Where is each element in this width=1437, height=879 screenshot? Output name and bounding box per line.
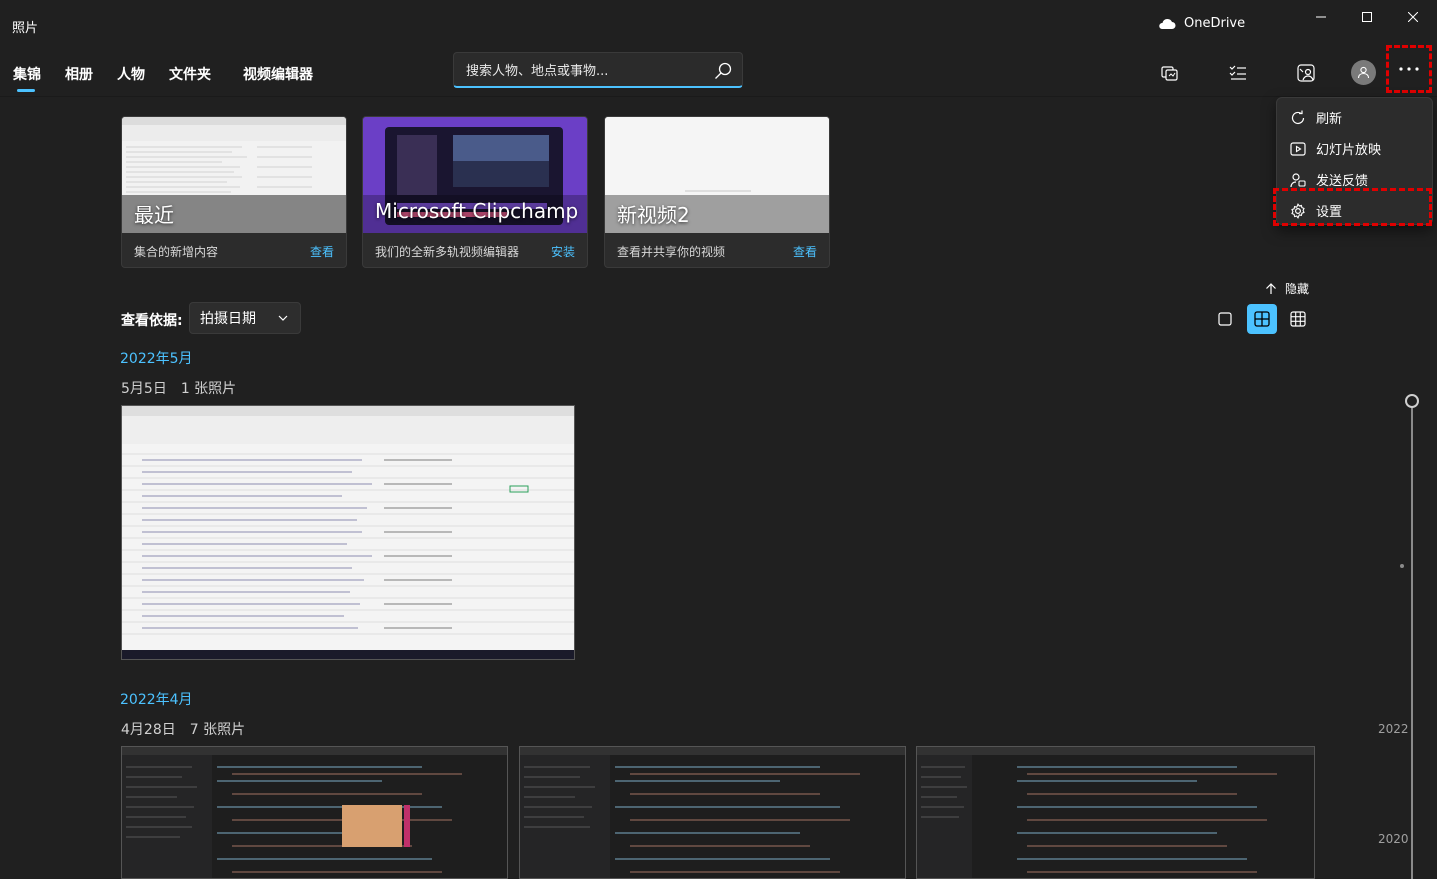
timeline-year[interactable]: 2020 <box>1378 832 1409 846</box>
menu-item-label: 刷新 <box>1316 112 1343 127</box>
search-box[interactable] <box>453 52 743 89</box>
close-icon <box>1408 12 1418 22</box>
card-recent-description: 集合的新增内容 <box>134 245 219 259</box>
import-icon <box>1161 66 1178 81</box>
day-date: 5月5日 <box>121 381 167 397</box>
menu-item-label: 设置 <box>1316 205 1343 220</box>
card-clipchamp-description: 我们的全新多轨视频编辑器 <box>375 245 520 259</box>
maximize-button[interactable] <box>1344 0 1390 34</box>
menu-item-label: 发送反馈 <box>1316 174 1369 189</box>
day-heading: 5月5日 1 张照片 <box>121 378 236 398</box>
cloud-icon <box>1159 18 1176 29</box>
day-heading: 4月28日 7 张照片 <box>121 719 245 739</box>
minimize-icon <box>1316 16 1326 18</box>
select-button[interactable] <box>1227 62 1249 84</box>
card-recent-view-link[interactable]: 查看 <box>310 243 334 260</box>
tab-video-editor[interactable]: 视频编辑器 <box>243 64 313 84</box>
card-clipchamp[interactable]: Microsoft Clipchamp 我们的全新多轨视频编辑器 安装 <box>362 116 588 268</box>
app-title: 照片 <box>12 21 39 36</box>
feedback-icon <box>1289 171 1307 189</box>
photo-thumbnail[interactable] <box>121 746 508 879</box>
close-button[interactable] <box>1390 0 1436 34</box>
card-new-video-description: 查看并共享你的视频 <box>617 245 726 259</box>
square-icon <box>1218 312 1232 326</box>
title-bar: 照片 OneDrive <box>0 0 1437 44</box>
tab-people[interactable]: 人物 <box>117 64 145 84</box>
people-photo-button[interactable] <box>1295 62 1317 84</box>
card-recent[interactable]: 最近 集合的新增内容 查看 <box>121 116 347 268</box>
view-by-value: 拍摄日期 <box>200 311 256 327</box>
avatar[interactable] <box>1351 60 1376 85</box>
grid-2x2-icon <box>1254 311 1270 327</box>
day-count: 7 张照片 <box>189 722 246 738</box>
main-nav: 集锦 相册 人物 文件夹 视频编辑器 <box>0 44 440 96</box>
card-new-video-title: 新视频2 <box>617 203 690 227</box>
menu-item-label: 幻灯片放映 <box>1316 143 1382 158</box>
month-heading: 2022年5月 <box>120 351 193 367</box>
grid-3x3-icon <box>1290 311 1306 327</box>
tab-albums[interactable]: 相册 <box>65 64 93 84</box>
gear-icon <box>1289 202 1307 220</box>
active-tab-indicator <box>17 89 35 92</box>
view-by-label: 查看依据: <box>121 313 183 329</box>
person-image-icon <box>1297 64 1315 82</box>
photo-thumbnail[interactable] <box>519 746 906 879</box>
maximize-icon <box>1362 12 1372 22</box>
import-button[interactable] <box>1159 62 1181 84</box>
minimize-button[interactable] <box>1298 0 1344 34</box>
user-icon <box>1357 66 1370 79</box>
card-clipchamp-install-link[interactable]: 安装 <box>551 243 575 260</box>
refresh-icon <box>1289 109 1307 127</box>
menu-item-settings[interactable]: 设置 <box>1277 195 1432 226</box>
header-divider <box>0 96 1437 97</box>
menu-item-refresh[interactable]: 刷新 <box>1277 102 1432 133</box>
day-date: 4月28日 <box>121 722 176 738</box>
search-icon[interactable] <box>714 62 732 80</box>
photo-thumbnail[interactable] <box>121 405 575 660</box>
checklist-icon <box>1229 65 1246 80</box>
view-small-button[interactable] <box>1283 304 1313 334</box>
tab-collection[interactable]: 集锦 <box>13 64 41 84</box>
month-heading: 2022年4月 <box>120 692 193 708</box>
timeline-marker <box>1400 564 1404 568</box>
view-by-dropdown[interactable]: 拍摄日期 <box>189 302 301 334</box>
view-large-button[interactable] <box>1210 304 1240 334</box>
timeline-year[interactable]: 2022 <box>1378 722 1409 736</box>
more-options-button[interactable] <box>1386 45 1432 93</box>
arrow-up-icon <box>1266 282 1276 294</box>
menu-item-slideshow[interactable]: 幻灯片放映 <box>1277 133 1432 164</box>
menu-item-feedback[interactable]: 发送反馈 <box>1277 164 1432 195</box>
card-recent-title: 最近 <box>134 203 174 227</box>
hide-button[interactable]: 隐藏 <box>1265 280 1309 297</box>
onedrive-status[interactable]: OneDrive <box>1158 16 1245 31</box>
more-options-menu: 刷新 幻灯片放映 发送反馈 设置 <box>1276 97 1433 225</box>
more-icon <box>1399 67 1419 71</box>
tab-folders[interactable]: 文件夹 <box>169 64 211 84</box>
hide-label: 隐藏 <box>1285 282 1310 296</box>
onedrive-label: OneDrive <box>1184 16 1246 31</box>
card-clipchamp-title: Microsoft Clipchamp <box>375 199 579 223</box>
day-count: 1 张照片 <box>180 381 237 397</box>
slideshow-icon <box>1289 140 1307 158</box>
search-input[interactable] <box>464 53 708 89</box>
card-new-video-view-link[interactable]: 查看 <box>793 243 817 260</box>
timeline-handle[interactable] <box>1405 394 1419 408</box>
chevron-down-icon <box>278 315 288 321</box>
photo-thumbnail[interactable] <box>916 746 1315 879</box>
card-new-video[interactable]: 新视频2 查看并共享你的视频 查看 <box>604 116 830 268</box>
view-medium-button[interactable] <box>1247 304 1277 334</box>
timeline-track[interactable] <box>1411 402 1413 879</box>
